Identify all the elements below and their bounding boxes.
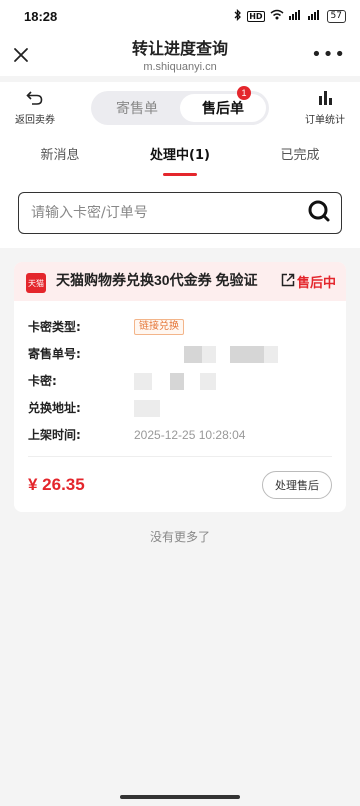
order-no-label: 寄售单号: bbox=[28, 347, 81, 361]
listed-time-value: 2025-12-25 10:28:04 bbox=[134, 427, 246, 442]
page-title: 转让进度查询 bbox=[131, 41, 228, 58]
order-type-switch: 寄售单 售后单 1 bbox=[91, 86, 269, 125]
status-icons: HD 57 bbox=[234, 8, 346, 24]
close-icon[interactable] bbox=[10, 44, 32, 66]
tab-new-messages[interactable]: 新消息 bbox=[0, 134, 120, 182]
redaction-block bbox=[200, 372, 216, 390]
redaction-block bbox=[170, 372, 184, 390]
order-stats-button[interactable]: 订单统计 bbox=[300, 90, 350, 126]
search-box bbox=[18, 192, 342, 234]
order-card-footer: ¥ 26.35 处理售后 bbox=[28, 456, 332, 512]
bar-chart-icon bbox=[316, 90, 334, 111]
hd-icon: HD bbox=[247, 10, 265, 22]
detail-row-listed-time: 上架时间: 2025-12-25 10:28:04 bbox=[28, 421, 332, 448]
card-type-tag: 链接兑换 bbox=[134, 318, 184, 335]
status-bar: 18:28 HD 57 bbox=[0, 0, 360, 32]
tab-completed[interactable]: 已完成 bbox=[240, 134, 360, 182]
order-card[interactable]: 天猫 天猫购物券兑换30代金券 免验证 售后中 卡密类型: 链接兑换 寄售单号:… bbox=[14, 262, 346, 512]
detail-row-redeem-url: 兑换地址: bbox=[28, 394, 332, 421]
no-more-text: 没有更多了 bbox=[149, 530, 210, 544]
back-to-sell-label: 返回卖券 bbox=[15, 115, 55, 126]
battery-indicator: 57 bbox=[326, 9, 346, 23]
card-secret-label: 卡密: bbox=[28, 374, 57, 388]
order-status[interactable]: 售后中 bbox=[281, 272, 336, 291]
segment-after-sales[interactable]: 售后单 bbox=[180, 94, 266, 122]
detail-row-card-type: 卡密类型: 链接兑换 bbox=[28, 313, 332, 340]
redaction-block bbox=[184, 345, 202, 363]
order-status-label: 售后中 bbox=[296, 276, 336, 291]
more-menu-icon[interactable]: ••• bbox=[311, 46, 346, 64]
nav-bar: 转让进度查询 m.shiquanyi.cn ••• bbox=[0, 32, 360, 76]
detail-row-order-no: 寄售单号: bbox=[28, 340, 332, 367]
order-title: 天猫购物券兑换30代金券 免验证 bbox=[56, 272, 258, 288]
handle-after-sales-button[interactable]: 处理售后 bbox=[262, 470, 332, 499]
status-time: 18:28 bbox=[24, 8, 58, 24]
redeem-url-label: 兑换地址: bbox=[28, 401, 81, 415]
order-card-header: 天猫 天猫购物券兑换30代金券 免验证 售后中 bbox=[14, 262, 346, 301]
signal-icon-2 bbox=[307, 9, 322, 23]
bluetooth-icon bbox=[234, 8, 242, 24]
signal-icon bbox=[288, 9, 303, 23]
listed-time-label: 上架时间: bbox=[28, 428, 81, 442]
card-secret-value-masked[interactable] bbox=[134, 372, 332, 390]
redaction-block bbox=[134, 399, 160, 417]
redaction-block bbox=[134, 372, 152, 390]
search-icon[interactable] bbox=[307, 199, 331, 227]
wifi-icon bbox=[270, 9, 284, 23]
card-type-label: 卡密类型: bbox=[28, 320, 81, 334]
order-stats-label: 订单统计 bbox=[305, 115, 345, 126]
tmall-logo: 天猫 bbox=[26, 273, 46, 293]
search-section bbox=[0, 182, 360, 248]
external-link-icon bbox=[281, 273, 297, 291]
back-to-sell-button[interactable]: 返回卖券 bbox=[10, 90, 60, 126]
redaction-block bbox=[202, 345, 216, 363]
order-no-value-masked[interactable] bbox=[134, 345, 332, 363]
redaction-block bbox=[264, 345, 278, 363]
redeem-url-value-masked[interactable] bbox=[134, 399, 332, 417]
home-indicator[interactable] bbox=[120, 795, 240, 799]
page-url: m.shiquanyi.cn bbox=[143, 61, 217, 73]
status-tabs: 新消息 处理中(1) 已完成 bbox=[0, 134, 360, 182]
segment-consignment[interactable]: 寄售单 bbox=[94, 94, 180, 122]
detail-row-card-secret: 卡密: bbox=[28, 367, 332, 394]
order-details: 卡密类型: 链接兑换 寄售单号: 卡密: 兑换地址: 上架时间: 2025-12… bbox=[14, 301, 346, 456]
after-sales-badge: 1 bbox=[237, 86, 251, 100]
redaction-block bbox=[230, 345, 264, 363]
order-price: ¥ 26.35 bbox=[28, 474, 85, 494]
return-arrow-icon bbox=[26, 90, 44, 111]
search-input[interactable] bbox=[31, 205, 307, 221]
tab-processing[interactable]: 处理中(1) bbox=[120, 134, 240, 182]
toolbar: 返回卖券 寄售单 售后单 1 订单统计 bbox=[0, 82, 360, 134]
